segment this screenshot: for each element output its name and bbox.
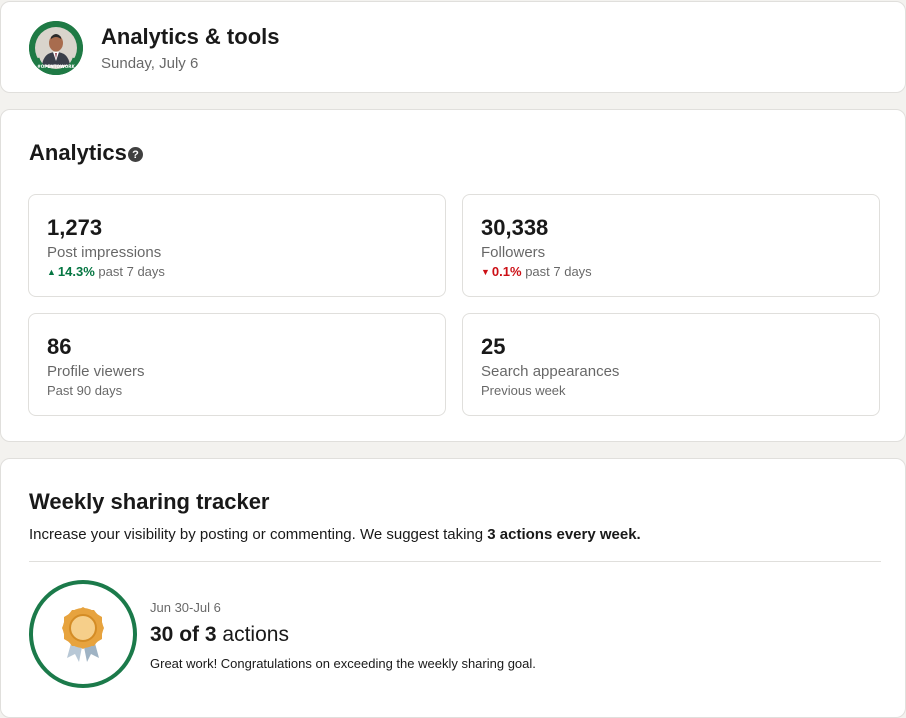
analytics-title: Analytics xyxy=(29,140,127,165)
svg-text:#OPENTOWORK: #OPENTOWORK xyxy=(37,64,75,69)
question-circle-icon[interactable]: ? xyxy=(128,147,143,162)
award-ribbon-icon xyxy=(62,607,104,662)
trend-down: ▼ 0.1% xyxy=(481,264,522,279)
metric-value: 86 xyxy=(47,334,72,359)
tracker-card: Weekly sharing tracker Increase your vis… xyxy=(0,458,906,718)
metric-post-impressions[interactable]: 1,273 Post impressions ▲ 14.3% past 7 day… xyxy=(28,194,446,297)
metric-followers[interactable]: 30,338 Followers ▼ 0.1% past 7 days xyxy=(462,194,880,297)
progress-ring xyxy=(29,580,137,688)
metric-subtitle: Previous week xyxy=(481,383,566,398)
avatar[interactable]: #OPENTOWORK xyxy=(29,21,83,75)
header-card: #OPENTOWORK Analytics & tools Sunday, Ju… xyxy=(0,1,906,93)
trend-up: ▲ 14.3% xyxy=(47,264,95,279)
week-range: Jun 30-Jul 6 xyxy=(150,600,221,615)
trend-period: past 7 days xyxy=(98,264,165,279)
tracker-title: Weekly sharing tracker xyxy=(29,489,270,514)
trend-period: past 7 days xyxy=(525,264,592,279)
metric-value: 25 xyxy=(481,334,506,359)
triangle-up-icon: ▲ xyxy=(47,267,56,277)
page-title: Analytics & tools xyxy=(101,24,280,49)
metric-label: Profile viewers xyxy=(47,363,145,380)
page-date: Sunday, July 6 xyxy=(101,55,199,72)
metric-search-appearances[interactable]: 25 Search appearances Previous week xyxy=(462,313,880,416)
metric-label: Post impressions xyxy=(47,244,162,261)
metric-value: 30,338 xyxy=(481,215,549,240)
actions-count: 30 of 3 actions xyxy=(150,623,289,646)
metric-subtitle: Past 90 days xyxy=(47,383,123,398)
triangle-down-icon: ▼ xyxy=(481,267,490,277)
divider xyxy=(29,561,881,562)
congrats-message: Great work! Congratulations on exceeding… xyxy=(150,656,536,671)
metric-label: Search appearances xyxy=(481,363,620,380)
metric-trend: ▼ 0.1% past 7 days xyxy=(481,264,592,279)
metric-trend: ▲ 14.3% past 7 days xyxy=(47,264,165,279)
metric-profile-viewers[interactable]: 86 Profile viewers Past 90 days xyxy=(28,313,446,416)
metric-value: 1,273 xyxy=(47,215,103,240)
analytics-card: Analytics ? 1,273 Post impressions ▲ 14.3… xyxy=(0,109,906,442)
avatar-image: #OPENTOWORK xyxy=(29,21,83,75)
metric-label: Followers xyxy=(481,244,546,261)
tracker-description: Increase your visibility by posting or c… xyxy=(29,526,641,543)
